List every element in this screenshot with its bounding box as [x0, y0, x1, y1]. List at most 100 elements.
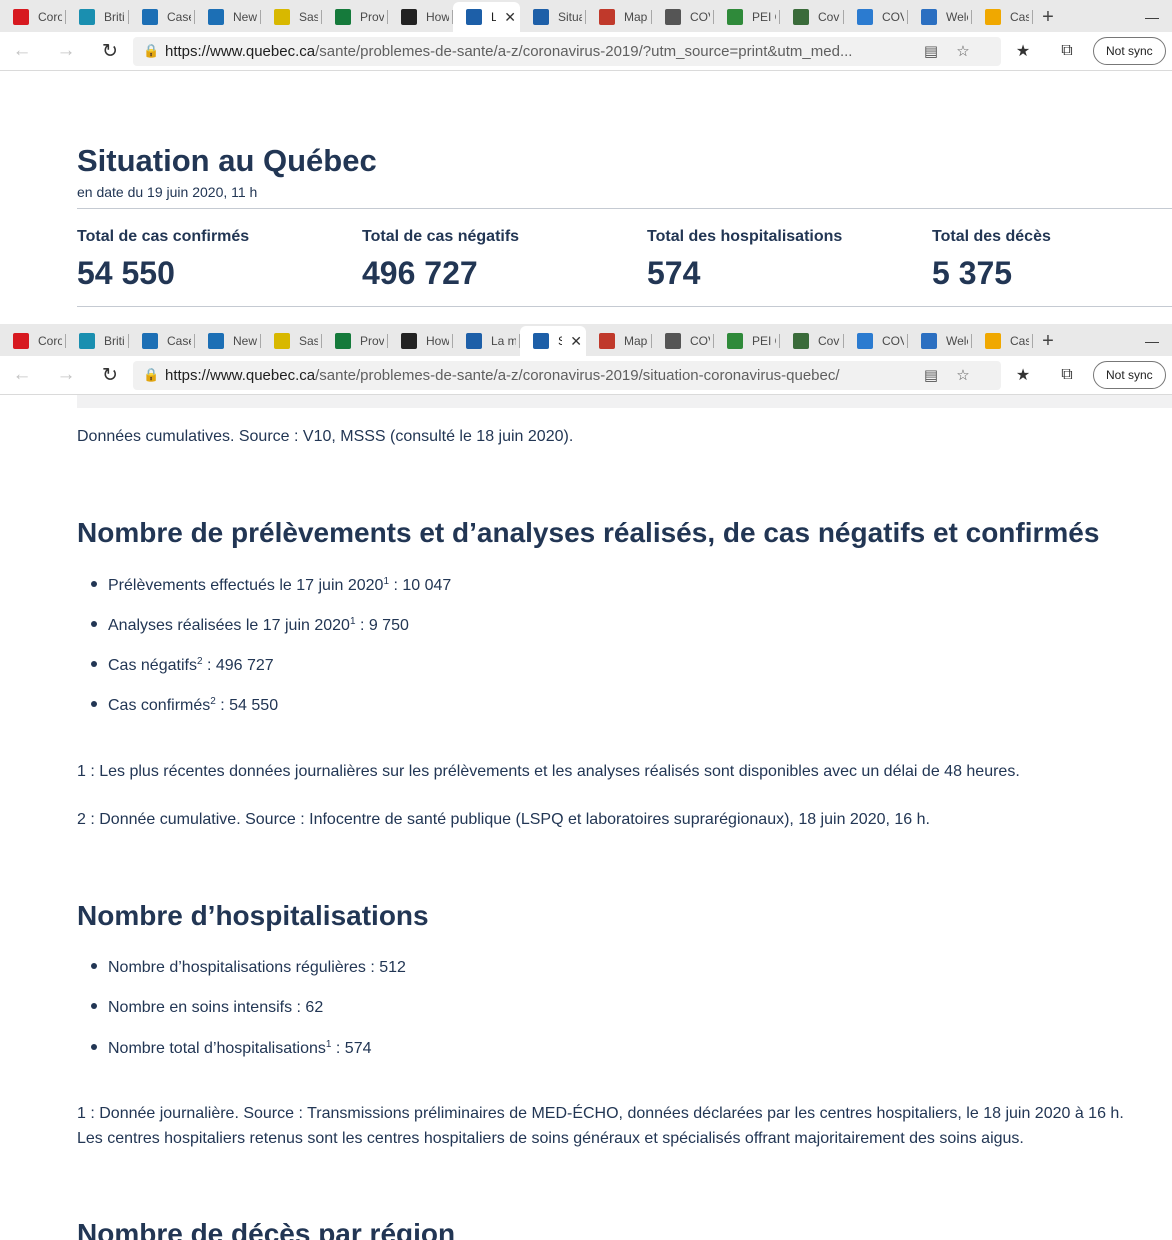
browser-tab[interactable]: Covid	[780, 326, 844, 356]
footnote: Les centres hospitaliers retenus sont le…	[77, 1130, 1024, 1147]
tab-title: Case	[1010, 10, 1029, 24]
browser-tab[interactable]: Saska	[261, 326, 322, 356]
tab-title: COVII	[882, 334, 904, 348]
collections-icon[interactable]: ⧉	[1045, 32, 1089, 71]
wheat-icon	[274, 9, 290, 25]
url-text[interactable]: https://www.quebec.ca/sante/problemes-de…	[165, 43, 915, 60]
list-item: Nombre en soins intensifs : 62	[91, 999, 323, 1017]
tab-title: How	[426, 334, 449, 348]
browser-tab[interactable]: Maps	[586, 326, 652, 356]
refresh-icon[interactable]: ↻	[88, 32, 132, 71]
browser-tab[interactable]: Coror	[0, 2, 66, 32]
address-bar[interactable]: 🔒 https://www.quebec.ca/sante/problemes-…	[133, 36, 1001, 66]
minimize-icon[interactable]: —	[1132, 2, 1172, 32]
maple-leaf-icon	[13, 9, 29, 25]
profile-sync-button[interactable]: Not sync	[1093, 37, 1166, 65]
stat-value: 54 550	[77, 255, 175, 291]
profile-sync-button[interactable]: Not sync	[1093, 361, 1166, 389]
favorite-star-icon[interactable]: ☆	[947, 42, 979, 60]
lock-icon: 🔒	[143, 43, 160, 58]
bison-icon	[335, 9, 351, 25]
footnote: 1 : Donnée journalière. Source : Transmi…	[77, 1105, 1124, 1122]
tab-title: COVII	[690, 334, 710, 348]
browser-tab[interactable]: How	[388, 326, 453, 356]
divider	[77, 306, 1172, 307]
list-item-value: : 9 750	[355, 617, 409, 634]
browser-tab[interactable]: Welcc	[908, 2, 972, 32]
browser-tab[interactable]: Maps	[586, 2, 652, 32]
ship-icon	[665, 333, 681, 349]
list-item: Analyses réalisées le 17 juin 20201 : 9 …	[91, 616, 409, 635]
browser-tab[interactable]: Britisl	[66, 2, 129, 32]
back-arrow-icon[interactable]: ←	[0, 32, 44, 71]
browser-tab[interactable]: COVII	[844, 2, 908, 32]
tab-strip: Coror Britisl CasesNewsSaskaProviHowL✕Situ…	[0, 0, 1172, 32]
minimize-icon[interactable]: —	[1132, 326, 1172, 356]
browser-tab[interactable]: News	[195, 326, 261, 356]
arch-icon	[921, 333, 937, 349]
browser-tab[interactable]: PEI Cl	[714, 326, 780, 356]
browser-tab[interactable]: COVII	[844, 326, 908, 356]
url-text[interactable]: https://www.quebec.ca/sante/problemes-de…	[165, 367, 915, 384]
tab-title: Case	[1010, 334, 1029, 348]
collections-icon[interactable]: ⧉	[1045, 356, 1089, 395]
browser-tab[interactable]: News	[195, 2, 261, 32]
back-arrow-icon[interactable]: ←	[0, 356, 44, 395]
tab-title: COVII	[882, 10, 904, 24]
stat-hospitalisations: Total des hospitalisations 574	[647, 228, 842, 292]
page-title: Situation au Québec	[77, 143, 377, 178]
globe-icon	[793, 333, 809, 349]
read-aloud-icon[interactable]: ▤	[915, 366, 947, 384]
tree-icon	[727, 9, 743, 25]
browser-tab[interactable]: Coror	[0, 326, 66, 356]
read-aloud-icon[interactable]: ▤	[915, 42, 947, 60]
close-tab-icon[interactable]: ✕	[504, 9, 516, 26]
update-date: en date du 19 juin 2020, 11 h	[77, 184, 258, 200]
map-pen-icon	[599, 9, 615, 25]
browser-tab[interactable]: Covid	[780, 2, 844, 32]
tab-title: S	[558, 334, 563, 348]
tree-icon	[727, 333, 743, 349]
list-item-value: : 496 727	[202, 657, 274, 674]
tab-title: Cases	[167, 334, 191, 348]
tab-title: Saska	[299, 334, 318, 348]
new-tab-icon[interactable]: +	[1033, 2, 1063, 32]
browser-tab[interactable]: Case	[972, 326, 1033, 356]
browser-tab[interactable]: Provi	[322, 326, 388, 356]
globe-blue-icon	[857, 9, 873, 25]
close-tab-icon[interactable]: ✕	[570, 333, 582, 350]
list-item: Nombre d’hospitalisations régulières : 5…	[91, 959, 406, 977]
tab-title: Britisl	[104, 10, 125, 24]
browser-tab[interactable]: COVII	[652, 326, 714, 356]
forward-arrow-icon[interactable]: →	[44, 356, 88, 395]
browser-tab[interactable]: Case	[972, 2, 1033, 32]
address-bar[interactable]: 🔒 https://www.quebec.ca/sante/problemes-…	[133, 360, 1001, 390]
favorites-list-icon[interactable]: ★	[1001, 356, 1045, 395]
stat-value: 5 375	[932, 255, 1013, 291]
browser-tab[interactable]: PEI Cl	[714, 2, 780, 32]
favorite-star-icon[interactable]: ☆	[947, 366, 979, 384]
browser-tab[interactable]: Saska	[261, 2, 322, 32]
browser-tab[interactable]: How	[388, 2, 453, 32]
bullet-icon	[91, 581, 97, 587]
new-tab-icon[interactable]: +	[1033, 326, 1063, 356]
browser-tab[interactable]: L ✕	[453, 2, 520, 32]
browser-tab[interactable]: Welcc	[908, 326, 972, 356]
browser-tab[interactable]: Provi	[322, 2, 388, 32]
footnote: 2 : Donnée cumulative. Source : Infocent…	[77, 811, 930, 828]
tab-strip: Coror Britisl Cases News Saska Provi How La ma S…	[0, 324, 1172, 356]
browser-tab[interactable]: Cases	[129, 326, 195, 356]
browser-tab[interactable]: Britisl	[66, 326, 129, 356]
fleur-de-lis-icon	[466, 333, 482, 349]
forward-arrow-icon[interactable]: →	[44, 32, 88, 71]
browser-tab[interactable]: Cases	[129, 2, 195, 32]
browser-tab[interactable]: S ✕	[520, 326, 586, 356]
browser-tab[interactable]: La ma	[453, 326, 520, 356]
list-item-value: : 574	[331, 1040, 372, 1057]
fleur-de-lis-icon	[533, 9, 549, 25]
favorites-list-icon[interactable]: ★	[1001, 32, 1045, 71]
list-item-label: Cas confirmés	[108, 697, 211, 714]
browser-tab[interactable]: COVII	[652, 2, 714, 32]
browser-tab[interactable]: Situat	[520, 2, 586, 32]
refresh-icon[interactable]: ↻	[88, 356, 132, 395]
